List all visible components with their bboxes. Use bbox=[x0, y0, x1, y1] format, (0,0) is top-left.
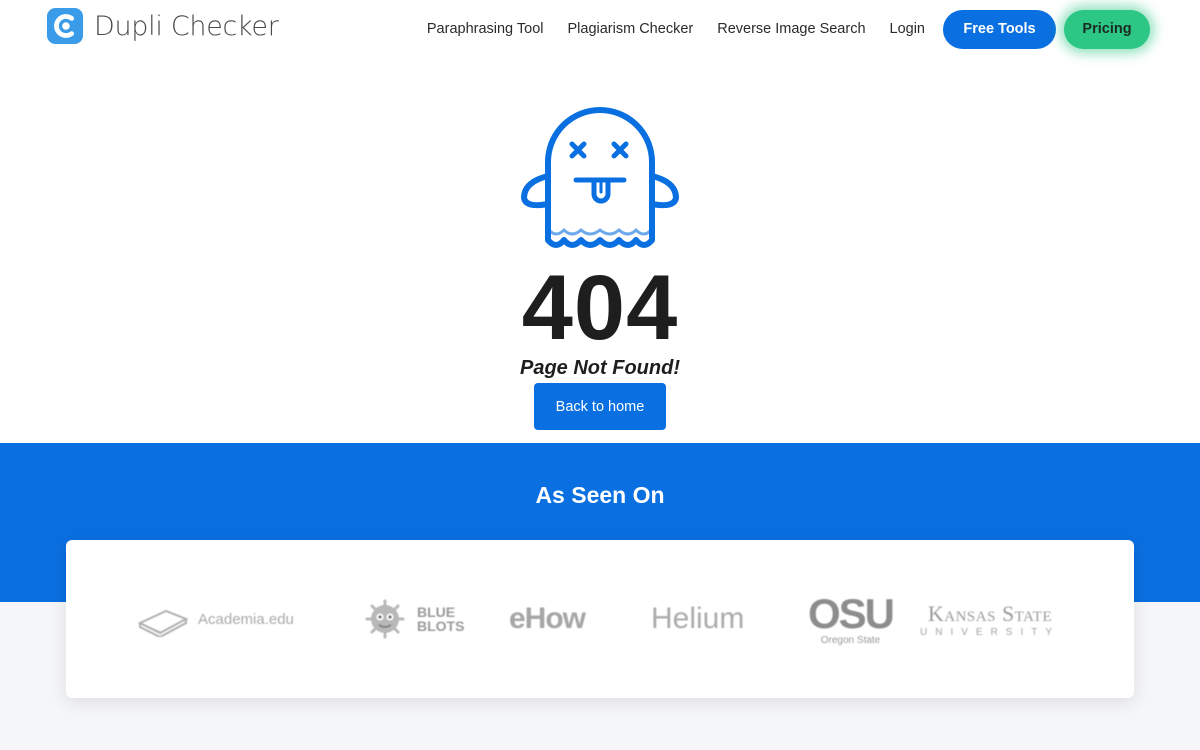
error-message: Page Not Found! bbox=[520, 357, 680, 379]
site-header: Dupli Checker Paraphrasing Tool Plagiari… bbox=[0, 0, 1200, 60]
kansas-state-text: Kansas State bbox=[927, 600, 1053, 626]
academia-book-icon bbox=[137, 609, 189, 637]
as-seen-on-title: As Seen On bbox=[535, 482, 665, 508]
nav-login[interactable]: Login bbox=[890, 21, 925, 37]
free-tools-button[interactable]: Free Tools bbox=[943, 9, 1056, 49]
error-code: 404 bbox=[521, 257, 679, 359]
back-to-home-button[interactable]: Back to home bbox=[534, 383, 666, 430]
helium-logo: Helium bbox=[651, 540, 744, 698]
academia-logo: Academia.edu bbox=[136, 540, 294, 698]
press-logos-card: Academia.edu BLUE BLOTS eHow Helium OSU … bbox=[66, 540, 1134, 698]
academia-text: Academia.edu bbox=[198, 610, 294, 628]
dead-ghost-icon bbox=[520, 107, 680, 248]
pricing-button[interactable]: Pricing bbox=[1064, 9, 1150, 49]
main-nav: Paraphrasing Tool Plagiarism Checker Rev… bbox=[427, 9, 1150, 49]
kansas-state-logo: Kansas State UNIVERSITY bbox=[920, 540, 1060, 698]
brand-name: Dupli Checker bbox=[94, 10, 279, 42]
nav-paraphrasing-tool[interactable]: Paraphrasing Tool bbox=[427, 21, 544, 37]
brand-logo[interactable]: Dupli Checker bbox=[46, 7, 279, 45]
helium-text: Helium bbox=[651, 602, 745, 635]
blueblots-logo: BLUE BLOTS bbox=[361, 540, 464, 698]
ehow-logo: eHow bbox=[509, 540, 586, 698]
blueblots-text-bottom: BLOTS bbox=[417, 618, 465, 634]
blueblots-blob-icon bbox=[365, 599, 405, 639]
osu-subtext: Oregon State bbox=[820, 634, 881, 646]
osu-text: OSU bbox=[808, 589, 895, 637]
nav-reverse-image-search[interactable]: Reverse Image Search bbox=[717, 21, 865, 37]
blueblots-text-top: BLUE bbox=[417, 604, 456, 620]
ehow-text: eHow bbox=[509, 602, 586, 635]
osu-logo: OSU Oregon State bbox=[808, 540, 895, 698]
nav-plagiarism-checker[interactable]: Plagiarism Checker bbox=[568, 21, 694, 37]
duplichecker-logo-icon bbox=[46, 7, 84, 45]
kansas-state-subtext: UNIVERSITY bbox=[920, 626, 1061, 638]
